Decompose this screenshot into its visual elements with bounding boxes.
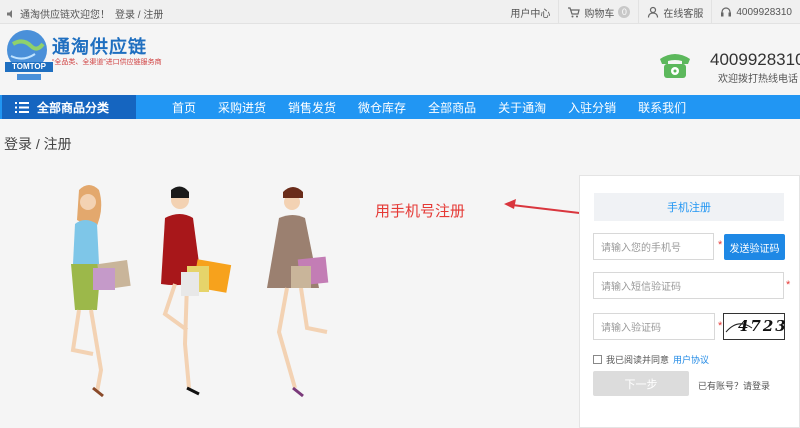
logo-name: 通淘供应链 (52, 37, 147, 57)
cart-count-badge: 0 (618, 6, 631, 18)
cart-label: 购物车 (584, 8, 615, 20)
user-agreement-link[interactable]: 用户协议 (673, 353, 709, 366)
online-service-link[interactable]: 在线客服 (639, 0, 711, 24)
have-account-login-link[interactable]: 已有账号？请登录 (698, 379, 770, 392)
nav-item-sales[interactable]: 销售发货 (288, 99, 336, 116)
sms-code-input[interactable]: 请输入短信验证码 (593, 272, 784, 299)
topbar-right: 用户中心 购物车 0 在线客服 4009928310 (502, 0, 800, 24)
user-center-link[interactable]: 用户中心 (502, 0, 558, 24)
captcha-image[interactable]: 4723 (723, 313, 788, 340)
nav-item-warehouse[interactable]: 微仓库存 (358, 99, 406, 116)
figure-right (267, 187, 329, 398)
all-categories-label: 全部商品分类 (37, 100, 110, 115)
cart-icon (568, 6, 581, 17)
nav-item-contact[interactable]: 联系我们 (638, 99, 686, 116)
figure-left (70, 185, 131, 398)
online-service-label: 在线客服 (663, 8, 704, 20)
topbar-phone: 4009928310 (736, 6, 792, 18)
hotline-number: 4009928310 (710, 50, 800, 69)
user-center-label: 用户中心 (510, 8, 551, 20)
nav-item-distribution[interactable]: 入驻分销 (568, 99, 616, 116)
shopping-women-illustration (70, 185, 329, 398)
logo-badge: TOMTOP (12, 62, 46, 71)
tab-phone-register[interactable]: 手机注册 (594, 193, 784, 221)
nav-item-all-products[interactable]: 全部商品 (428, 99, 476, 116)
main-nav: 全部商品分类 首页 采购进货 销售发货 微仓库存 全部商品 关于通淘 入驻分销 … (0, 95, 800, 119)
agreement-checkbox[interactable] (593, 355, 602, 364)
hotline-caption: 欢迎拨打热线电话 (718, 74, 798, 85)
menu-icon (15, 101, 29, 113)
required-marker: * (718, 239, 723, 251)
telephone-icon (660, 54, 690, 78)
register-panel: 手机注册 请输入您的手机号 * 发送验证码 请输入短信验证码 * 请输入验证码 … (579, 175, 800, 428)
captcha-text: 4723 (738, 317, 788, 335)
nav-items: 首页 采购进货 销售发货 微仓库存 全部商品 关于通淘 入驻分销 联系我们 (172, 95, 686, 119)
register-link[interactable]: 注册 (143, 10, 163, 21)
banner-caption: 用手机号注册 (375, 203, 466, 220)
auth-separator: / (137, 10, 141, 21)
page-title: 登录 / 注册 (4, 136, 72, 152)
next-step-button[interactable]: 下一步 (593, 371, 689, 396)
person-icon (648, 6, 659, 18)
headset-icon (721, 7, 732, 17)
login-link[interactable]: 登录 (115, 10, 135, 21)
top-bar: 通淘供应链欢迎您！ 登录 / 注册 用户中心 购物车 0 在线客服 400992… (0, 0, 800, 24)
captcha-input[interactable]: 请输入验证码 (593, 313, 715, 340)
nav-item-purchase[interactable]: 采购进货 (218, 99, 266, 116)
all-categories-button[interactable]: 全部商品分类 (2, 95, 136, 119)
speaker-icon (7, 9, 12, 18)
send-code-button[interactable]: 发送验证码 (724, 234, 785, 260)
phone-input[interactable]: 请输入您的手机号 (593, 233, 714, 260)
auth-links: 登录 / 注册 (115, 6, 163, 21)
welcome-text: 通淘供应链欢迎您！ (20, 10, 110, 21)
required-marker: * (718, 320, 723, 332)
agreement-text: 我已阅读并同意 (606, 355, 670, 365)
logo-slogan: “全品类、全渠道”进口供应链服务商 (52, 59, 162, 66)
figure-middle (161, 186, 232, 396)
nav-item-home[interactable]: 首页 (172, 99, 196, 116)
phone-link[interactable]: 4009928310 (712, 0, 800, 24)
nav-item-about[interactable]: 关于通淘 (498, 99, 546, 116)
cart-link[interactable]: 购物车 0 (559, 0, 638, 24)
agreement-row: 我已阅读并同意 用户协议 (593, 353, 709, 366)
welcome-message: 通淘供应链欢迎您！ (6, 6, 110, 21)
required-marker: * (786, 279, 791, 291)
